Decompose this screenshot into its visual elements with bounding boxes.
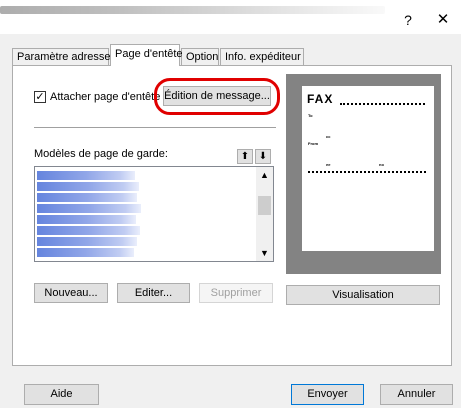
move-up-button[interactable]: ⬆ — [237, 149, 253, 164]
move-down-button[interactable]: ⬇ — [255, 149, 271, 164]
help-button[interactable]: Aide — [24, 384, 99, 405]
list-item[interactable] — [37, 226, 140, 235]
edit-button[interactable]: Editer... — [117, 283, 190, 303]
preview-to-label: To — [308, 113, 313, 118]
list-item[interactable] — [37, 193, 137, 202]
templates-label: Modèles de page de garde: — [34, 148, 168, 160]
close-button[interactable]: ✕ — [432, 10, 454, 30]
preview-fax-title: FAX — [307, 92, 334, 106]
preview-dotted-line — [340, 103, 425, 105]
tab-option[interactable]: Option — [181, 48, 219, 65]
scroll-down-arrow-icon[interactable]: ▼ — [256, 245, 273, 261]
attach-cover-label: Attacher page d'entête — [50, 91, 161, 103]
tab-cover-page[interactable]: Page d'entête — [110, 44, 183, 66]
scroll-thumb[interactable] — [258, 196, 271, 215]
list-scrollbar[interactable]: ▲ ▼ — [256, 167, 273, 261]
preview-cc-label: cc — [326, 134, 331, 139]
cover-preview-page — [302, 86, 434, 251]
preview-dotted-line — [308, 171, 426, 173]
scroll-up-arrow-icon[interactable]: ▲ — [256, 167, 273, 183]
window-title-redacted — [0, 6, 385, 14]
cancel-button[interactable]: Annuler — [380, 384, 453, 405]
preview-date-label: ee — [326, 162, 331, 167]
tab-sender-info[interactable]: Info. expéditeur — [220, 48, 304, 65]
delete-button: Supprimer — [199, 283, 273, 303]
list-item[interactable] — [37, 171, 135, 180]
highlight-annotation — [154, 78, 280, 115]
new-button[interactable]: Nouveau... — [34, 283, 108, 303]
list-item[interactable] — [37, 248, 134, 257]
help-question-button[interactable]: ? — [398, 11, 418, 29]
tab-address-settings[interactable]: Paramètre adresse — [12, 48, 111, 65]
list-item[interactable] — [37, 204, 141, 213]
preview-from-label: From — [308, 141, 318, 146]
attach-cover-checkbox[interactable]: ✓ — [34, 91, 46, 103]
templates-list[interactable]: ▲ ▼ — [34, 166, 274, 262]
preview-button[interactable]: Visualisation — [286, 285, 440, 305]
separator — [34, 127, 276, 129]
list-item[interactable] — [37, 237, 137, 246]
list-item[interactable] — [37, 182, 139, 191]
send-button[interactable]: Envoyer — [291, 384, 364, 405]
preview-number-label: no — [379, 162, 384, 167]
list-item[interactable] — [37, 215, 136, 224]
